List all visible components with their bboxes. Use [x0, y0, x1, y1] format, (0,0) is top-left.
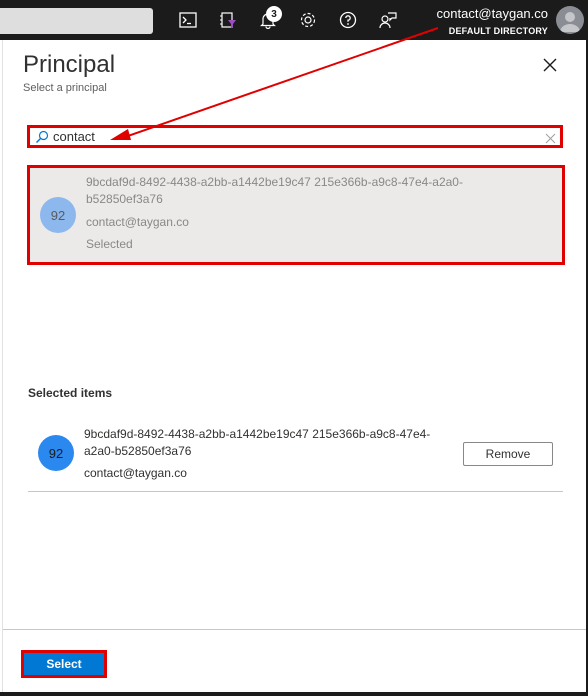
help-icon[interactable]: [336, 8, 360, 32]
account-email: contact@taygan.co: [436, 6, 548, 21]
search-result-item[interactable]: 92 9bcdaf9d-8492-4438-a2bb-a1442be19c47 …: [27, 165, 565, 265]
search-input[interactable]: [53, 128, 533, 145]
account-menu[interactable]: contact@taygan.co DEFAULT DIRECTORY: [437, 6, 548, 38]
window-edge-bottom: [0, 692, 588, 696]
selected-item: 92 9bcdaf9d-8492-4438-a2bb-a1442be19c47 …: [28, 418, 563, 492]
result-email: contact@taygan.co: [86, 215, 189, 229]
account-directory: DEFAULT DIRECTORY: [448, 26, 548, 36]
user-avatar-icon[interactable]: [556, 6, 584, 34]
page-subtitle: Select a principal: [23, 82, 107, 94]
selected-email: contact@taygan.co: [84, 466, 187, 480]
selected-avatar: 92: [38, 435, 74, 471]
page-title: Principal: [23, 51, 116, 78]
settings-icon[interactable]: [296, 8, 320, 32]
directory-filter-icon[interactable]: [216, 8, 240, 32]
top-bar: 3 contact@taygan.co DEFAULT DIRECTORY: [0, 0, 588, 40]
principal-search-field[interactable]: [27, 125, 563, 148]
feedback-icon[interactable]: [376, 8, 400, 32]
notifications-badge: 3: [266, 6, 282, 22]
cloud-shell-icon[interactable]: [176, 8, 200, 32]
search-icon: [35, 130, 49, 144]
result-id: 9bcdaf9d-8492-4438-a2bb-a1442be19c47 215…: [86, 175, 463, 206]
result-status: Selected: [86, 237, 133, 251]
close-icon[interactable]: [541, 56, 559, 74]
global-search-box[interactable]: [0, 8, 153, 34]
result-avatar: 92: [40, 197, 76, 233]
selected-items-heading: Selected items: [28, 386, 113, 400]
select-button[interactable]: Select: [21, 650, 107, 678]
selected-id: 9bcdaf9d-8492-4438-a2bb-a1442be19c47 215…: [84, 427, 431, 458]
principal-panel: Principal Select a principal 92 9bcdaf9d…: [2, 40, 587, 696]
footer-divider: [3, 629, 587, 630]
remove-button[interactable]: Remove: [463, 442, 553, 466]
clear-search-icon[interactable]: [545, 131, 556, 144]
